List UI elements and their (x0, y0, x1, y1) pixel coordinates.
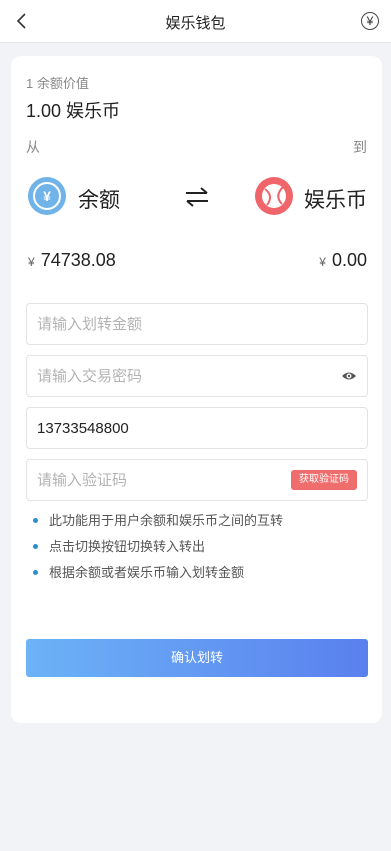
note-item: 根据余额或者娱乐币输入划转金额 (33, 564, 283, 590)
bullet-dot (33, 544, 38, 549)
currency-symbol: ¥ (28, 255, 35, 269)
get-code-button[interactable]: 获取验证码 (291, 470, 357, 490)
from-amount-value: 74738.08 (40, 250, 116, 270)
page-title: 娱乐钱包 (165, 15, 226, 32)
ent-coin-icon (255, 177, 293, 215)
to-label: 到 (353, 139, 367, 155)
confirm-transfer-button[interactable]: 确认划转 (26, 639, 368, 677)
yen-circle-icon[interactable]: ¥ (361, 12, 379, 30)
note-text: 此功能用于用户余额和娱乐币之间的互转 (49, 513, 284, 528)
verification-code-input[interactable] (37, 460, 297, 500)
bullet-dot (33, 518, 38, 523)
note-item: 点击切换按钮切换转入转出 (33, 538, 283, 564)
password-input[interactable] (37, 356, 297, 396)
password-field[interactable] (26, 355, 368, 397)
balance-coin-icon: ¥ (28, 177, 66, 215)
from-account-name: 余额 (78, 189, 120, 212)
bullet-dot (33, 570, 38, 575)
swap-button[interactable] (183, 184, 211, 210)
transfer-card: 1 余额价值 1.00 娱乐币 从 到 ¥ 余额 娱乐币 ¥74738.08 ¥… (11, 56, 382, 723)
currency-symbol: ¥ (319, 255, 326, 269)
ball-icon (262, 184, 286, 208)
phone-input[interactable] (37, 408, 297, 448)
phone-field[interactable] (26, 407, 368, 449)
to-account-name: 娱乐币 (304, 189, 367, 212)
note-item: 此功能用于用户余额和娱乐币之间的互转 (33, 512, 283, 538)
rate-label: 1 余额价值 (26, 76, 89, 91)
top-bar: 娱乐钱包 ¥ (0, 0, 391, 43)
amount-field[interactable] (26, 303, 368, 345)
rate-value: 1.00 娱乐币 (26, 101, 121, 121)
balance-coin-glyph: ¥ (33, 182, 61, 210)
notes-list: 此功能用于用户余额和娱乐币之间的互转 点击切换按钮切换转入转出 根据余额或者娱乐… (33, 512, 283, 590)
note-text: 根据余额或者娱乐币输入划转金额 (49, 565, 245, 580)
from-label: 从 (26, 139, 40, 155)
note-text: 点击切换按钮切换转入转出 (49, 539, 206, 554)
swap-arrows-icon (186, 187, 208, 207)
to-amount-value: 0.00 (331, 250, 367, 270)
eye-icon[interactable] (341, 369, 357, 383)
verification-code-field[interactable]: 获取验证码 (26, 459, 368, 501)
to-amount: ¥0.00 (319, 250, 367, 271)
from-amount: ¥74738.08 (28, 250, 116, 271)
amount-input[interactable] (37, 304, 297, 344)
